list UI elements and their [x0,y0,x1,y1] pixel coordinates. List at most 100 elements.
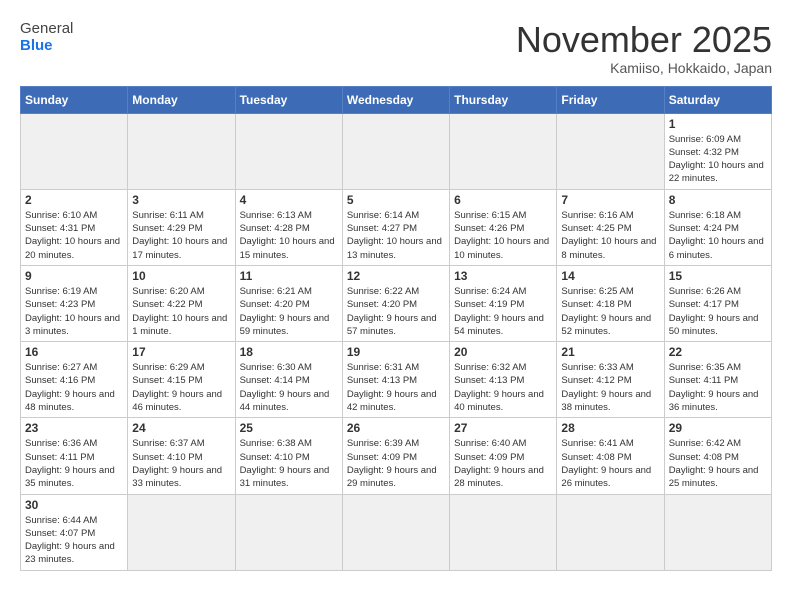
day-number: 14 [561,269,659,283]
week-row-5: 30Sunrise: 6:44 AM Sunset: 4:07 PM Dayli… [21,494,772,570]
day-cell-11: 11 Sunrise: 6:21 AM Sunset: 4:20 PM Dayli… [235,265,342,341]
day-cell-14: 14 Sunrise: 6:25 AM Sunset: 4:18 PM Dayli… [557,265,664,341]
day-cell-empty [664,494,771,570]
day-cell-4: 4 Sunrise: 6:13 AM Sunset: 4:28 PM Daylig… [235,189,342,265]
day-number: 5 [347,193,445,207]
day-info: Sunrise: 6:40 AM Sunset: 4:09 PM Dayligh… [454,437,552,490]
weekday-header-row: SundayMondayTuesdayWednesdayThursdayFrid… [21,86,772,113]
day-info: Sunrise: 6:32 AM Sunset: 4:13 PM Dayligh… [454,361,552,414]
day-cell-18: 18 Sunrise: 6:30 AM Sunset: 4:14 PM Dayli… [235,342,342,418]
day-info: Sunrise: 6:14 AM Sunset: 4:27 PM Dayligh… [347,209,445,262]
day-number: 20 [454,345,552,359]
day-number: 13 [454,269,552,283]
day-cell-6: 6 Sunrise: 6:15 AM Sunset: 4:26 PM Daylig… [450,189,557,265]
day-number: 6 [454,193,552,207]
day-info: Sunrise: 6:42 AM Sunset: 4:08 PM Dayligh… [669,437,767,490]
day-info: Sunrise: 6:29 AM Sunset: 4:15 PM Dayligh… [132,361,230,414]
week-row-4: 23 Sunrise: 6:36 AM Sunset: 4:11 PM Dayli… [21,418,772,494]
day-info: Sunrise: 6:41 AM Sunset: 4:08 PM Dayligh… [561,437,659,490]
day-cell-empty [342,494,449,570]
day-number: 4 [240,193,338,207]
day-cell-29: 29Sunrise: 6:42 AM Sunset: 4:08 PM Dayli… [664,418,771,494]
day-info: Sunrise: 6:15 AM Sunset: 4:26 PM Dayligh… [454,209,552,262]
day-number: 23 [25,421,123,435]
logo-blue-label: Blue [20,37,73,54]
day-cell-27: 27 Sunrise: 6:40 AM Sunset: 4:09 PM Dayli… [450,418,557,494]
day-cell-2: 2 Sunrise: 6:10 AM Sunset: 4:31 PM Daylig… [21,189,128,265]
day-number: 17 [132,345,230,359]
day-cell-1: 1 Sunrise: 6:09 AM Sunset: 4:32 PM Daylig… [664,113,771,189]
day-cell-25: 25Sunrise: 6:38 AM Sunset: 4:10 PM Dayli… [235,418,342,494]
day-cell-12: 12 Sunrise: 6:22 AM Sunset: 4:20 PM Dayli… [342,265,449,341]
day-cell-3: 3Sunrise: 6:11 AM Sunset: 4:29 PM Daylig… [128,189,235,265]
day-info: Sunrise: 6:09 AM Sunset: 4:32 PM Dayligh… [669,133,767,186]
day-info: Sunrise: 6:33 AM Sunset: 4:12 PM Dayligh… [561,361,659,414]
day-info: Sunrise: 6:24 AM Sunset: 4:19 PM Dayligh… [454,285,552,338]
day-cell-empty [450,113,557,189]
week-row-1: 2 Sunrise: 6:10 AM Sunset: 4:31 PM Daylig… [21,189,772,265]
day-info: Sunrise: 6:16 AM Sunset: 4:25 PM Dayligh… [561,209,659,262]
header: General Blue November 2025 Kamiiso, Hokk… [20,20,772,76]
week-row-0: 1 Sunrise: 6:09 AM Sunset: 4:32 PM Daylig… [21,113,772,189]
day-number: 28 [561,421,659,435]
month-year-title: November 2025 [516,20,772,60]
day-number: 2 [25,193,123,207]
day-info: Sunrise: 6:38 AM Sunset: 4:10 PM Dayligh… [240,437,338,490]
logo-general-label: General [20,20,73,37]
day-cell-5: 5 Sunrise: 6:14 AM Sunset: 4:27 PM Daylig… [342,189,449,265]
day-info: Sunrise: 6:30 AM Sunset: 4:14 PM Dayligh… [240,361,338,414]
weekday-header-thursday: Thursday [450,86,557,113]
weekday-header-friday: Friday [557,86,664,113]
day-info: Sunrise: 6:25 AM Sunset: 4:18 PM Dayligh… [561,285,659,338]
day-info: Sunrise: 6:21 AM Sunset: 4:20 PM Dayligh… [240,285,338,338]
day-cell-13: 13 Sunrise: 6:24 AM Sunset: 4:19 PM Dayli… [450,265,557,341]
day-cell-empty [342,113,449,189]
day-info: Sunrise: 6:18 AM Sunset: 4:24 PM Dayligh… [669,209,767,262]
day-info: Sunrise: 6:39 AM Sunset: 4:09 PM Dayligh… [347,437,445,490]
day-cell-empty [128,494,235,570]
day-info: Sunrise: 6:31 AM Sunset: 4:13 PM Dayligh… [347,361,445,414]
day-info: Sunrise: 6:27 AM Sunset: 4:16 PM Dayligh… [25,361,123,414]
day-cell-20: 20 Sunrise: 6:32 AM Sunset: 4:13 PM Dayli… [450,342,557,418]
day-number: 22 [669,345,767,359]
day-info: Sunrise: 6:22 AM Sunset: 4:20 PM Dayligh… [347,285,445,338]
weekday-header-sunday: Sunday [21,86,128,113]
day-number: 21 [561,345,659,359]
day-cell-15: 15 Sunrise: 6:26 AM Sunset: 4:17 PM Dayli… [664,265,771,341]
day-number: 27 [454,421,552,435]
weekday-header-saturday: Saturday [664,86,771,113]
day-cell-26: 26Sunrise: 6:39 AM Sunset: 4:09 PM Dayli… [342,418,449,494]
day-info: Sunrise: 6:19 AM Sunset: 4:23 PM Dayligh… [25,285,123,338]
day-cell-21: 21 Sunrise: 6:33 AM Sunset: 4:12 PM Dayli… [557,342,664,418]
day-cell-empty [128,113,235,189]
week-row-3: 16Sunrise: 6:27 AM Sunset: 4:16 PM Dayli… [21,342,772,418]
day-info: Sunrise: 6:13 AM Sunset: 4:28 PM Dayligh… [240,209,338,262]
day-cell-22: 22Sunrise: 6:35 AM Sunset: 4:11 PM Dayli… [664,342,771,418]
day-number: 7 [561,193,659,207]
day-number: 19 [347,345,445,359]
day-cell-empty [557,494,664,570]
day-cell-9: 9 Sunrise: 6:19 AM Sunset: 4:23 PM Daylig… [21,265,128,341]
day-cell-empty [557,113,664,189]
day-info: Sunrise: 6:44 AM Sunset: 4:07 PM Dayligh… [25,514,123,567]
day-cell-7: 7 Sunrise: 6:16 AM Sunset: 4:25 PM Daylig… [557,189,664,265]
day-number: 9 [25,269,123,283]
day-info: Sunrise: 6:26 AM Sunset: 4:17 PM Dayligh… [669,285,767,338]
day-number: 11 [240,269,338,283]
day-info: Sunrise: 6:36 AM Sunset: 4:11 PM Dayligh… [25,437,123,490]
day-info: Sunrise: 6:37 AM Sunset: 4:10 PM Dayligh… [132,437,230,490]
day-cell-17: 17 Sunrise: 6:29 AM Sunset: 4:15 PM Dayli… [128,342,235,418]
weekday-header-tuesday: Tuesday [235,86,342,113]
day-number: 3 [132,193,230,207]
logo-brand: General Blue [20,20,73,55]
day-cell-30: 30Sunrise: 6:44 AM Sunset: 4:07 PM Dayli… [21,494,128,570]
week-row-2: 9 Sunrise: 6:19 AM Sunset: 4:23 PM Daylig… [21,265,772,341]
day-number: 10 [132,269,230,283]
day-number: 12 [347,269,445,283]
day-number: 1 [669,117,767,131]
day-number: 18 [240,345,338,359]
day-info: Sunrise: 6:10 AM Sunset: 4:31 PM Dayligh… [25,209,123,262]
weekday-header-wednesday: Wednesday [342,86,449,113]
day-number: 15 [669,269,767,283]
day-cell-28: 28 Sunrise: 6:41 AM Sunset: 4:08 PM Dayli… [557,418,664,494]
